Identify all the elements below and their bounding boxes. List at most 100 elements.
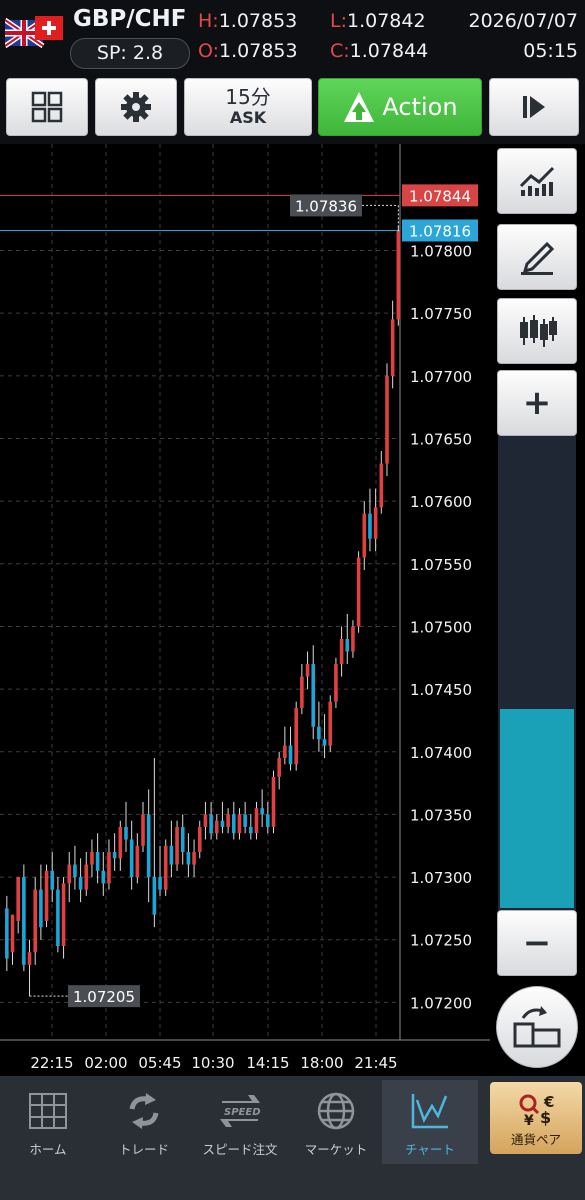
candle-body: [175, 826, 179, 865]
candle-body: [396, 230, 401, 320]
candle-body: [379, 463, 384, 508]
pencil-icon: [521, 241, 555, 275]
candle-body: [339, 638, 344, 665]
y-tick-label: 1.07200: [410, 994, 472, 1012]
candle-body: [300, 676, 304, 708]
candle-body: [10, 914, 15, 953]
nav-market-label: マーケット: [304, 1142, 368, 1157]
indicator-button[interactable]: [497, 148, 577, 214]
candle-body: [226, 814, 230, 827]
chart-type-button[interactable]: [497, 298, 577, 364]
currency-icon: € ¥ $: [514, 1093, 558, 1127]
candle-body: [345, 638, 350, 652]
indicator-chart-icon: [519, 166, 555, 196]
candle-body: [90, 852, 94, 865]
candle-body: [231, 814, 236, 834]
low-marker-label: 1.07205: [73, 988, 135, 1006]
y-tick-label: 1.07500: [410, 618, 472, 636]
candle-body: [107, 852, 111, 884]
candle-body: [209, 814, 213, 834]
currency-pair-title[interactable]: GBP/CHF: [73, 6, 187, 32]
candle-body: [260, 808, 264, 815]
candle-body: [61, 883, 66, 947]
candle-body: [220, 820, 225, 827]
candlestick-chart[interactable]: 1.07200 1.07250 1.07300 1.07350 1.07400 1.074…: [0, 144, 490, 1076]
candle-body: [249, 826, 253, 834]
rotate-screen-icon: [513, 1006, 561, 1048]
candle-body: [27, 952, 32, 965]
candle-body: [373, 507, 378, 539]
layout-button[interactable]: [6, 78, 88, 136]
candle-body: [192, 852, 196, 865]
quote-time: 05:15: [523, 40, 578, 62]
candle-body: [33, 889, 38, 953]
nav-market[interactable]: マーケット: [288, 1080, 384, 1164]
rotate-screen-button[interactable]: [496, 986, 578, 1068]
candle-body: [283, 745, 287, 759]
price-chart[interactable]: 1.07200 1.07250 1.07300 1.07350 1.07400 1.074…: [0, 144, 490, 1076]
spread-badge: SP: 2.8: [70, 38, 190, 69]
y-tick-label: 1.07450: [410, 681, 472, 699]
candle-body: [294, 707, 298, 765]
play-replay-button[interactable]: [489, 78, 579, 136]
candle-body: [118, 826, 123, 859]
svg-text:$: $: [540, 1108, 551, 1127]
y-tick-label: 1.07700: [410, 368, 472, 386]
candle-body: [50, 870, 55, 890]
candle-body: [180, 826, 185, 853]
price-side-label: ASK: [229, 108, 267, 127]
zoom-slider-fill: [500, 709, 574, 908]
candle-body: [237, 814, 242, 834]
nav-home-label: ホーム: [29, 1142, 67, 1157]
x-tick-label: 02:00: [84, 1054, 127, 1072]
nav-home[interactable]: ホーム: [0, 1080, 96, 1164]
candle-body: [186, 852, 191, 865]
candle-body: [129, 839, 134, 878]
candle-body: [317, 726, 321, 740]
nav-trade[interactable]: トレード: [96, 1080, 192, 1164]
action-button[interactable]: Action: [318, 78, 482, 136]
zoom-out-button[interactable]: −: [497, 910, 577, 976]
x-tick-label: 10:30: [191, 1054, 234, 1072]
y-tick-label: 1.07750: [410, 305, 472, 323]
gear-icon: [121, 92, 151, 122]
draw-tool-button[interactable]: [497, 224, 577, 290]
close-price: C:1.07844: [330, 40, 429, 62]
bid-price-label: 1.07816: [409, 222, 471, 240]
candle-body: [328, 701, 333, 746]
candle-body: [266, 814, 270, 827]
candle-body: [112, 852, 117, 859]
x-tick-label: 18:00: [300, 1054, 343, 1072]
candle-body: [169, 845, 174, 865]
candle-body: [135, 845, 140, 878]
nav-currency-pair-label: 通貨ペア: [510, 1132, 561, 1147]
nav-currency-pair[interactable]: € ¥ $ 通貨ペア: [490, 1082, 582, 1154]
zoom-in-button[interactable]: +: [497, 370, 577, 436]
candle-body: [141, 814, 145, 846]
timeframe-button[interactable]: 15分 ASK: [184, 78, 312, 136]
candle-body: [243, 814, 247, 827]
nav-speed-order[interactable]: SPEED スピード注文: [192, 1080, 288, 1164]
settings-button[interactable]: [95, 78, 177, 136]
candle-body: [22, 877, 26, 965]
candle-body: [254, 808, 259, 834]
candle-body: [152, 877, 157, 915]
nav-chart[interactable]: チャート: [382, 1080, 478, 1164]
candle-body: [73, 864, 77, 878]
grid-layout-icon: [31, 91, 63, 123]
play-skip-icon: [523, 96, 545, 118]
x-tick-label: 14:15: [246, 1054, 289, 1072]
nav-trade-label: トレード: [118, 1142, 169, 1157]
home-grid-icon: [26, 1091, 70, 1131]
y-tick-label: 1.07300: [410, 869, 472, 887]
candle-body: [305, 664, 310, 677]
bottom-navigation: ホーム トレード SPEED スピード注文 マーケット チャート € ¥ $ 通…: [0, 1076, 585, 1200]
line-chart-icon: [408, 1091, 452, 1131]
candle-body: [101, 870, 106, 884]
timeframe-label: 15分: [225, 85, 271, 109]
candle-body: [16, 877, 20, 921]
y-tick-label: 1.07800: [410, 243, 472, 261]
candle-body: [163, 845, 168, 890]
quote-header: GBP/CHF SP: 2.8 H:1.07853 O:1.07853 L:1.…: [0, 0, 585, 72]
candle-body: [197, 826, 202, 853]
